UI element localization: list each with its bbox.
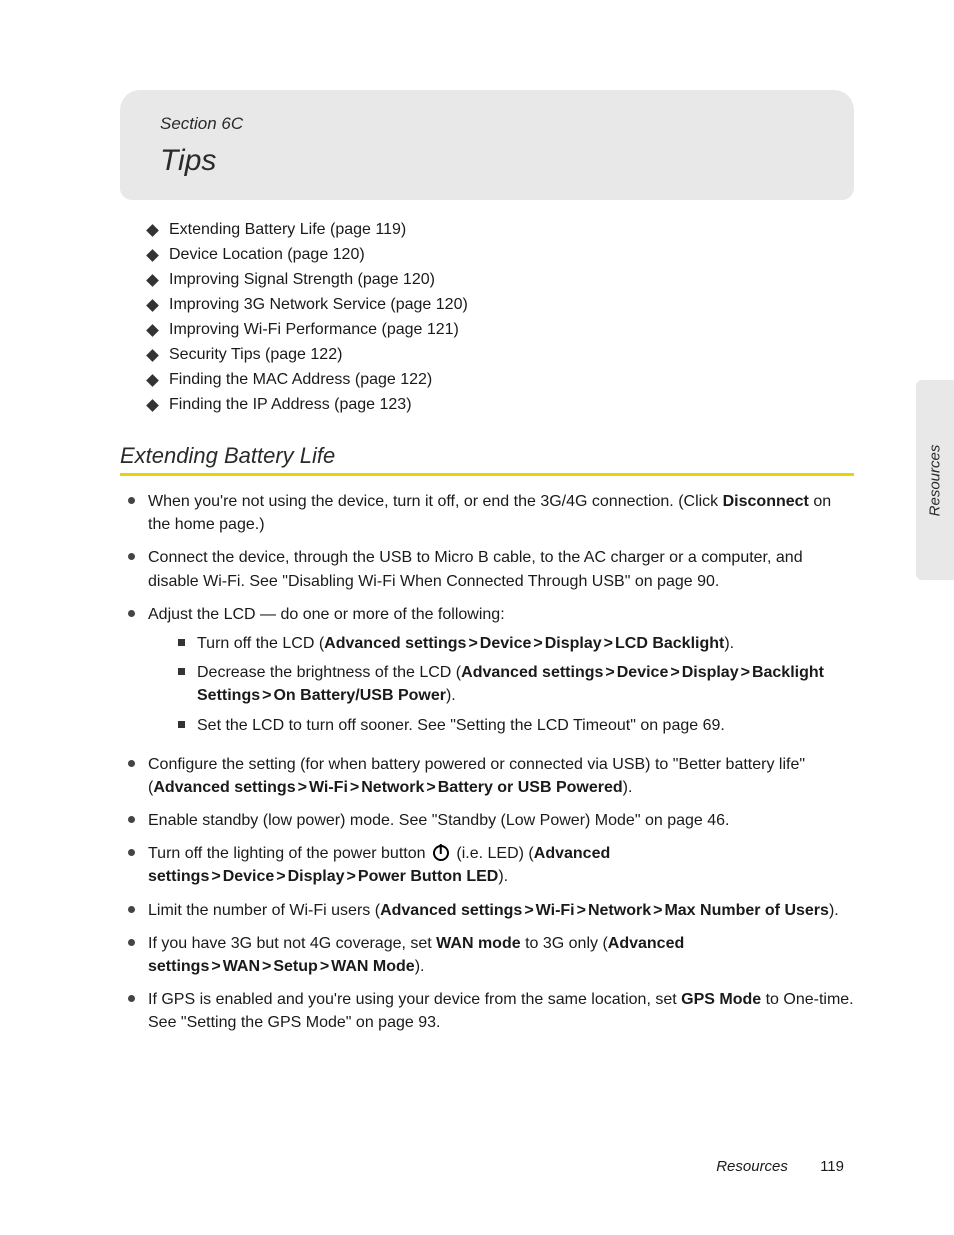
list-text: When you're not using the device, turn i…: [148, 490, 854, 536]
diamond-bullet-icon: [146, 374, 159, 387]
sub-list-item: Turn off the LCD (Advanced settings>Devi…: [178, 632, 854, 655]
sub-list: Turn off the LCD (Advanced settings>Devi…: [178, 632, 854, 737]
list-item: When you're not using the device, turn i…: [120, 490, 854, 536]
sub-list-item: Set the LCD to turn off sooner. See "Set…: [178, 714, 854, 737]
divider-rule: [120, 473, 854, 476]
toc-text: Improving Signal Strength (page 120): [169, 268, 435, 292]
toc-text: Extending Battery Life (page 119): [169, 218, 406, 242]
toc-item: Finding the MAC Address (page 122): [148, 368, 854, 392]
toc-text: Security Tips (page 122): [169, 343, 342, 367]
list-item: If GPS is enabled and you're using your …: [120, 988, 854, 1034]
toc-text: Finding the IP Address (page 123): [169, 393, 412, 417]
list-text: Adjust the LCD — do one or more of the f…: [148, 603, 854, 743]
diamond-bullet-icon: [146, 274, 159, 287]
round-bullet-icon: [128, 906, 135, 913]
toc-item: Security Tips (page 122): [148, 343, 854, 367]
diamond-bullet-icon: [146, 249, 159, 262]
round-bullet-icon: [128, 610, 135, 617]
toc-text: Device Location (page 120): [169, 243, 365, 267]
toc-text: Finding the MAC Address (page 122): [169, 368, 432, 392]
list-text: Configure the setting (for when battery …: [148, 753, 854, 799]
page-number: 119: [820, 1158, 844, 1175]
list-text: If you have 3G but not 4G coverage, set …: [148, 932, 854, 978]
square-bullet-icon: [178, 639, 185, 646]
round-bullet-icon: [128, 849, 135, 856]
toc-text: Improving 3G Network Service (page 120): [169, 293, 468, 317]
round-bullet-icon: [128, 760, 135, 767]
toc-item: Extending Battery Life (page 119): [148, 218, 854, 242]
list-item: Enable standby (low power) mode. See "St…: [120, 809, 854, 832]
diamond-bullet-icon: [146, 324, 159, 337]
list-item: Adjust the LCD — do one or more of the f…: [120, 603, 854, 743]
page-footer: Resources 119: [716, 1158, 844, 1175]
square-bullet-icon: [178, 721, 185, 728]
diamond-bullet-icon: [146, 349, 159, 362]
diamond-bullet-icon: [146, 399, 159, 412]
list-item: Limit the number of Wi-Fi users (Advance…: [120, 899, 854, 922]
round-bullet-icon: [128, 553, 135, 560]
section-label: Section 6C: [160, 114, 814, 134]
diamond-bullet-icon: [146, 299, 159, 312]
list-text: Enable standby (low power) mode. See "St…: [148, 809, 854, 832]
power-icon: [433, 845, 449, 861]
side-tab: Resources: [916, 380, 954, 580]
list-item: If you have 3G but not 4G coverage, set …: [120, 932, 854, 978]
diamond-bullet-icon: [146, 224, 159, 237]
list-text: If GPS is enabled and you're using your …: [148, 988, 854, 1034]
toc-item: Device Location (page 120): [148, 243, 854, 267]
square-bullet-icon: [178, 668, 185, 675]
section-header: Section 6C Tips: [120, 90, 854, 200]
toc-text: Improving Wi-Fi Performance (page 121): [169, 318, 459, 342]
round-bullet-icon: [128, 995, 135, 1002]
round-bullet-icon: [128, 939, 135, 946]
list-item: Connect the device, through the USB to M…: [120, 546, 854, 592]
toc-item: Improving 3G Network Service (page 120): [148, 293, 854, 317]
section-title: Tips: [160, 144, 814, 178]
list-text: Connect the device, through the USB to M…: [148, 546, 854, 592]
list-text: Turn off the lighting of the power butto…: [148, 842, 854, 888]
subheading-extending-battery: Extending Battery Life: [120, 443, 854, 469]
page-content: Section 6C Tips Extending Battery Life (…: [0, 0, 954, 1235]
list-item: Configure the setting (for when battery …: [120, 753, 854, 799]
round-bullet-icon: [128, 497, 135, 504]
toc-item: Finding the IP Address (page 123): [148, 393, 854, 417]
toc-item: Improving Signal Strength (page 120): [148, 268, 854, 292]
side-tab-label: Resources: [927, 444, 944, 516]
list-text: Limit the number of Wi-Fi users (Advance…: [148, 899, 854, 922]
sub-list-item: Decrease the brightness of the LCD (Adva…: [178, 661, 854, 707]
footer-label: Resources: [716, 1158, 788, 1175]
toc-item: Improving Wi-Fi Performance (page 121): [148, 318, 854, 342]
tips-list: When you're not using the device, turn i…: [120, 490, 854, 1035]
round-bullet-icon: [128, 816, 135, 823]
list-item: Turn off the lighting of the power butto…: [120, 842, 854, 888]
table-of-contents: Extending Battery Life (page 119) Device…: [148, 218, 854, 417]
